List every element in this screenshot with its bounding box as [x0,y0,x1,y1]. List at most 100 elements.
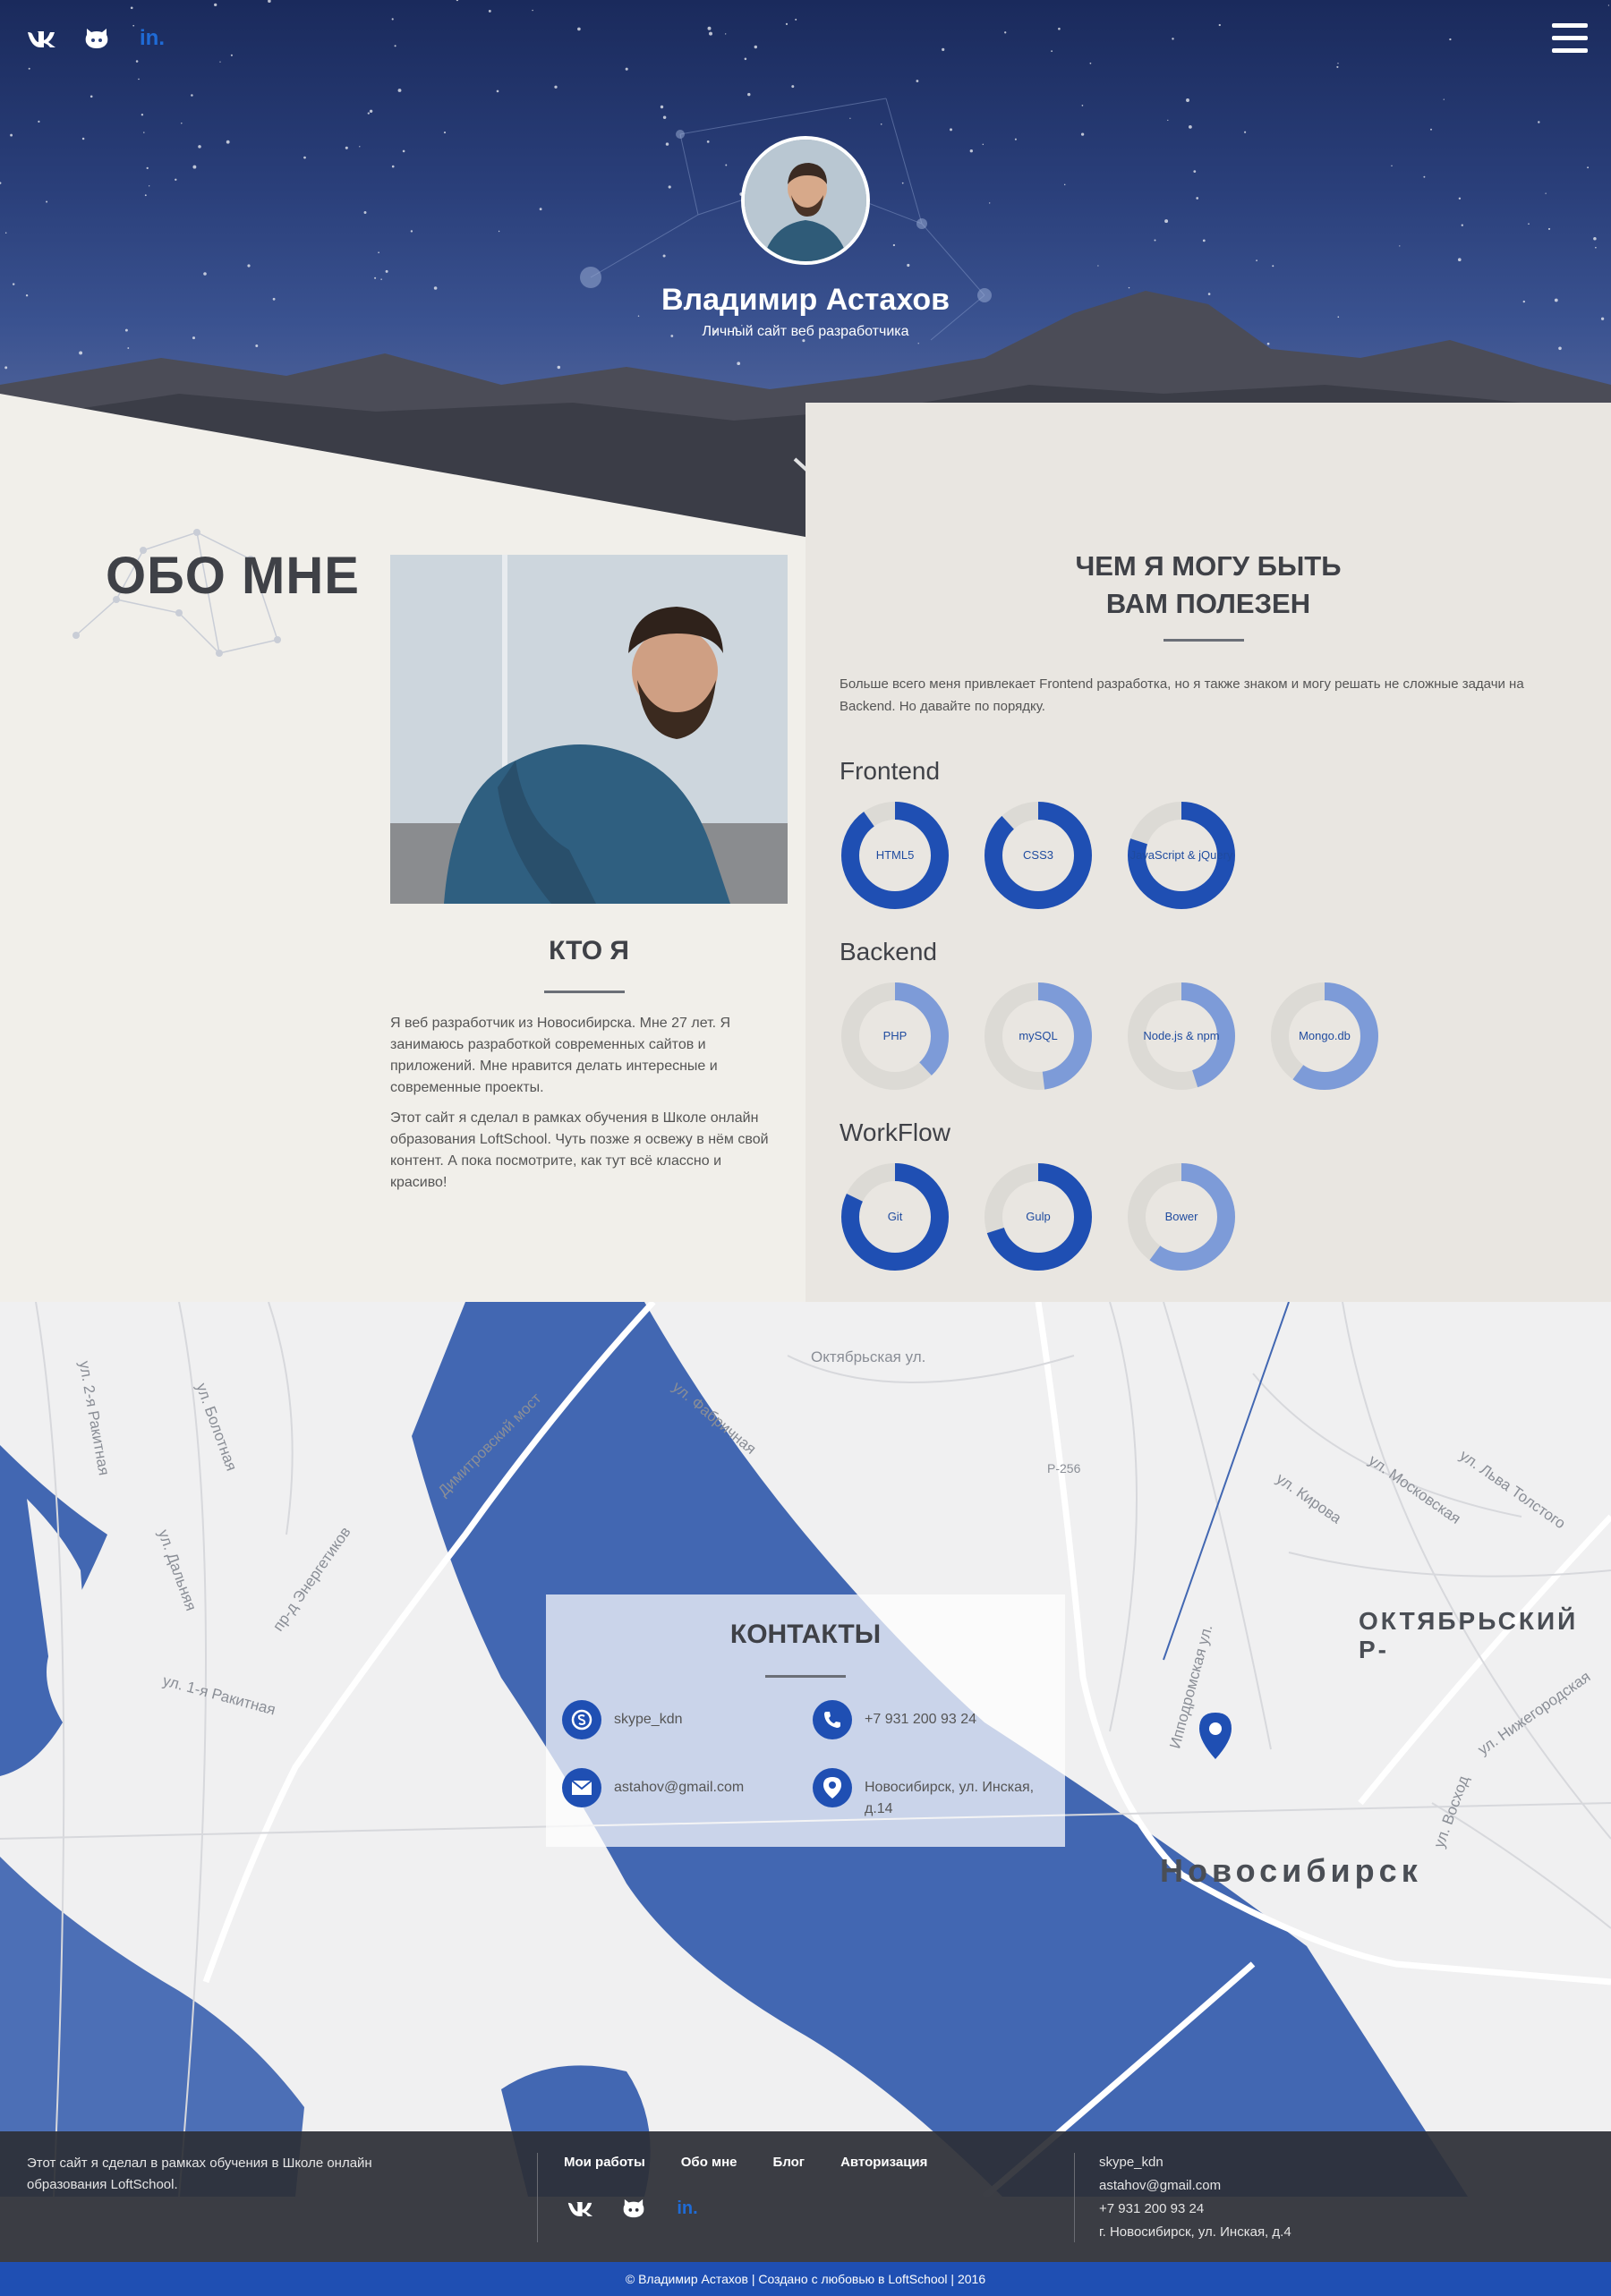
footer-contact[interactable]: astahov@gmail.com [1099,2174,1291,2198]
star [744,57,747,61]
star [130,6,133,10]
star [226,140,230,144]
github-icon[interactable] [619,2196,648,2221]
star [901,182,904,184]
star [880,123,882,125]
useful-divider [1164,639,1244,642]
who-text: Я веб разработчик из Новосибирска. Мне 2… [390,1013,775,1203]
footer-nav-auth[interactable]: Авторизация [840,2155,927,2170]
skill-chart: mySQL [983,981,1094,1092]
copyright-bar: © Владимир Астахов | Создано с любовью в… [0,2262,1611,2296]
skill-label: PHP [882,1029,908,1042]
footer-nav-blog[interactable]: Блог [773,2155,806,2170]
skill-chart: HTML5 [840,800,950,911]
map-label: Р-256 [1047,1461,1081,1475]
star [1154,239,1156,242]
location-icon [813,1768,852,1807]
skill-group-backend: Backend [840,938,937,965]
contact-text: astahov@gmail.com [614,1780,745,1795]
contact-skype[interactable]: skype_kdn [562,1700,683,1739]
skill-label: CSS3 [1023,848,1053,862]
star [707,26,712,30]
star [203,272,207,276]
star [1337,63,1339,64]
star [1457,258,1462,262]
star [1587,166,1590,169]
star [1202,239,1206,242]
footer-nav-works[interactable]: Мои работы [564,2155,645,2170]
footer-contact: г. Новосибирск, ул. Инская, д.4 [1099,2224,1291,2240]
star [219,61,221,63]
star [1607,4,1610,6]
footer-contact[interactable]: +7 931 200 93 24 [1099,2198,1291,2221]
skill-chart: Bower [1126,1161,1237,1272]
star [192,165,197,169]
star [747,92,751,97]
star [1547,227,1551,230]
star [1004,31,1007,34]
vk-icon[interactable] [25,25,57,52]
star [230,54,233,56]
linkedin-icon[interactable]: in. [673,2196,702,2221]
star [1399,245,1401,247]
star [380,278,382,280]
star [385,269,388,273]
star [1218,23,1221,27]
star [662,115,667,119]
footer-nav-about[interactable]: Обо мне [681,2155,737,2170]
phone-icon [813,1700,852,1739]
star [1272,265,1274,268]
star [141,113,144,116]
star [345,146,348,149]
profile-photo [390,555,788,904]
star [665,142,669,146]
contact-address[interactable]: Новосибирск, ул. Инская, д.14 [813,1768,1054,1820]
github-icon[interactable] [81,25,113,52]
star [1528,223,1530,225]
star [1196,197,1199,200]
about-title: ОБО МНЕ [106,547,360,605]
star [1081,105,1084,106]
contact-phone[interactable]: +7 931 200 93 24 [813,1700,976,1739]
linkedin-icon[interactable]: in. [136,25,168,52]
star [1430,128,1432,131]
star [1595,246,1597,249]
map-city-label: Новосибирск [1160,1852,1422,1889]
footer-social-links: in. [566,2196,702,2221]
star [303,156,306,159]
star [394,45,396,47]
star [709,31,712,36]
star [737,361,741,366]
star [557,365,561,370]
star [969,149,973,153]
star [443,132,447,134]
star [1423,175,1426,178]
star [46,200,48,203]
star [1558,346,1562,351]
skill-label: Bower [1164,1210,1198,1223]
star [917,343,919,344]
skill-label: Node.js & npm [1143,1029,1220,1042]
star [391,18,394,21]
avatar [741,136,870,265]
star [554,85,558,89]
skill-chart: JavaScript & jQuery [1126,800,1237,911]
vk-icon[interactable] [566,2196,594,2221]
hamburger-icon[interactable] [1552,23,1588,57]
who-title: КТО Я [549,936,629,965]
skill-label: mySQL [1019,1029,1058,1042]
footer: Этот сайт я сделал в рамках обучения в Ш… [0,2131,1611,2262]
footer-divider [1074,2153,1075,2242]
map-pin-icon[interactable] [1196,1711,1235,1761]
skill-label: Git [887,1210,903,1223]
star [1014,138,1017,140]
star [1593,237,1597,241]
star [982,143,984,146]
contact-email[interactable]: astahov@gmail.com [562,1768,744,1807]
useful-title-line: ВАМ ПОЛЕЗЕН [1105,588,1311,619]
star [1172,38,1174,40]
contact-text: +7 931 200 93 24 [865,1712,977,1727]
star [268,0,271,3]
star [668,185,671,189]
star [725,33,727,35]
